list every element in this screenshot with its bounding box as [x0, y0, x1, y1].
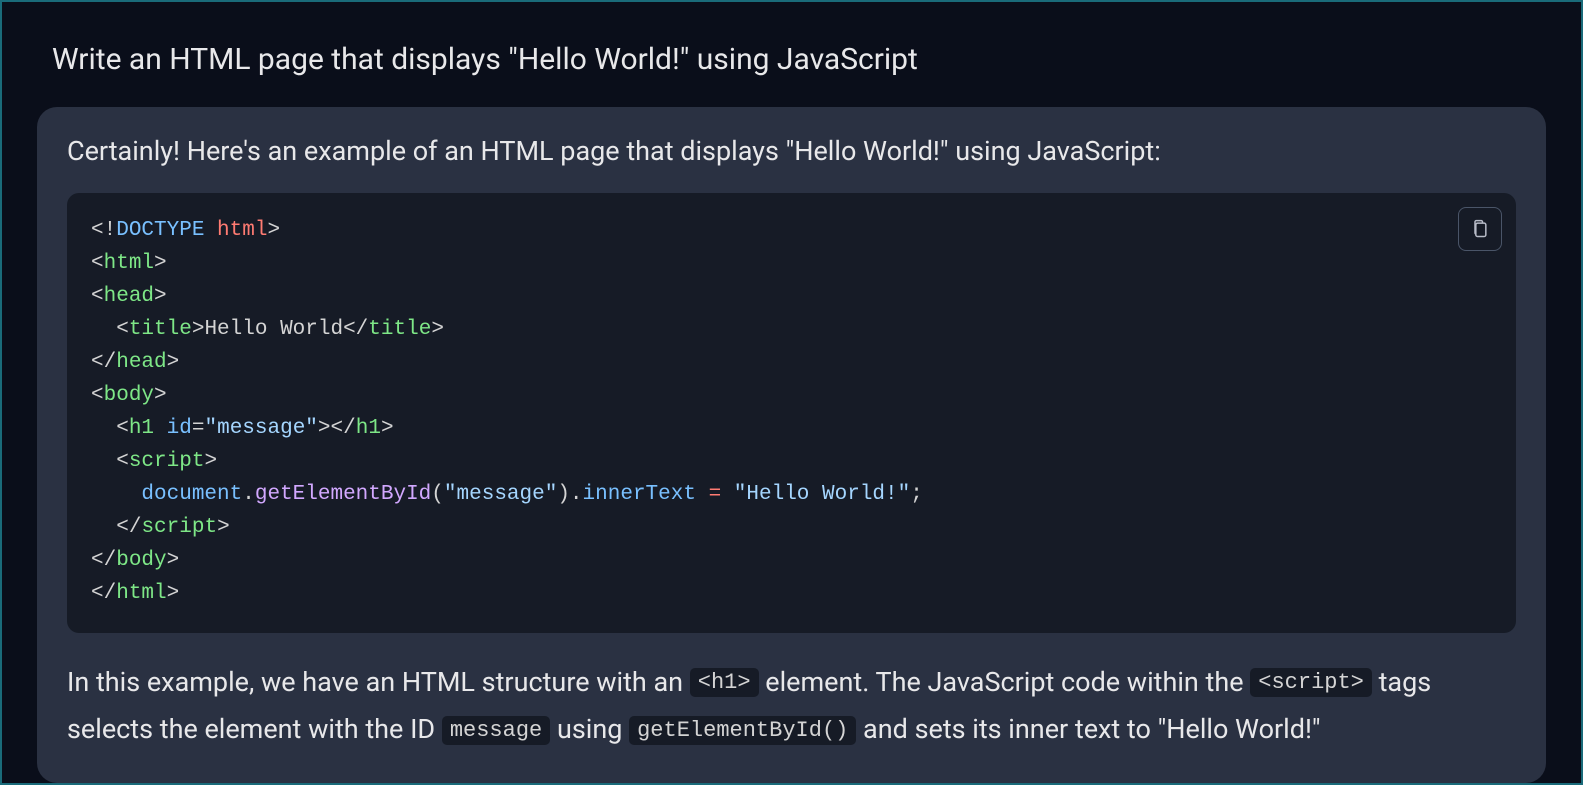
code-line: <script> [91, 446, 1492, 479]
code-line: </html> [91, 578, 1492, 611]
response-explanation: In this example, we have an HTML structu… [67, 659, 1516, 754]
assistant-response-card: Certainly! Here's an example of an HTML … [37, 107, 1546, 783]
explanation-text: In this example, we have an HTML structu… [67, 666, 690, 698]
clipboard-icon [1470, 218, 1490, 240]
code-line: <html> [91, 248, 1492, 281]
code-line: </body> [91, 545, 1492, 578]
response-intro: Certainly! Here's an example of an HTML … [67, 135, 1516, 167]
inline-code: getElementById() [629, 716, 856, 745]
explanation-text: using [550, 713, 629, 745]
explanation-text: and sets its inner text to "Hello World!… [856, 713, 1320, 745]
code-line: </head> [91, 347, 1492, 380]
code-line: </script> [91, 512, 1492, 545]
code-line: <head> [91, 281, 1492, 314]
code-line: document.getElementById("message").inner… [91, 479, 1492, 512]
explanation-text: element. The JavaScript code within the [759, 666, 1251, 698]
code-line: <h1 id="message"></h1> [91, 413, 1492, 446]
copy-code-button[interactable] [1458, 207, 1502, 251]
code-line: <!DOCTYPE html> [91, 215, 1492, 248]
code-line: <body> [91, 380, 1492, 413]
code-block: <!DOCTYPE html> <html> <head> <title>Hel… [67, 193, 1516, 633]
inline-code: message [442, 716, 550, 745]
inline-code: <h1> [690, 668, 759, 697]
inline-code: <script> [1250, 668, 1372, 697]
user-prompt: Write an HTML page that displays "Hello … [52, 42, 1546, 77]
code-line: <title>Hello World</title> [91, 314, 1492, 347]
